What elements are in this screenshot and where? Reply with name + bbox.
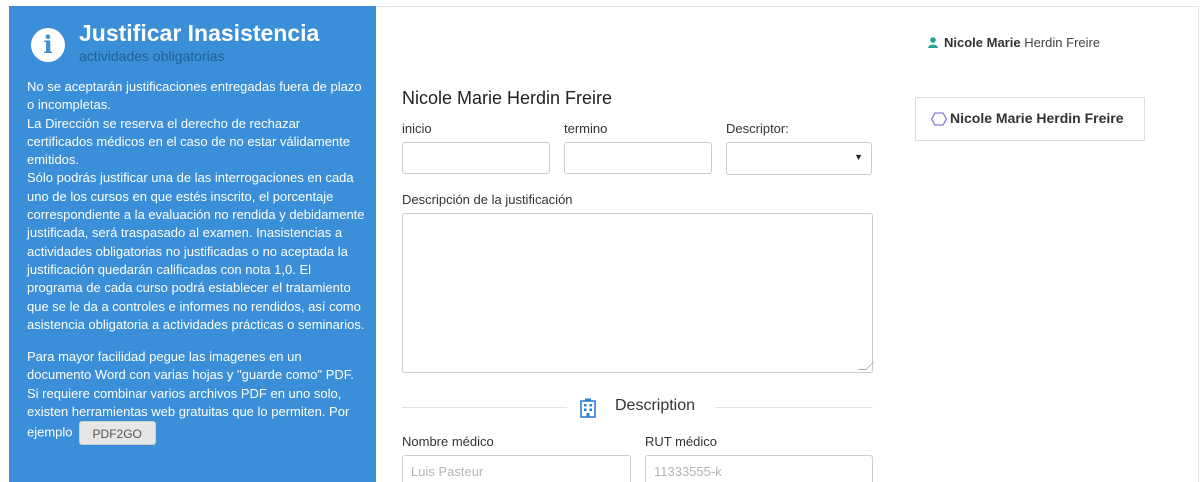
user-last-names: Herdin Freire bbox=[1024, 35, 1101, 50]
description-section-title: Description bbox=[615, 397, 696, 414]
info-title: Justificar Inasistencia bbox=[79, 20, 320, 46]
divider-line-right bbox=[715, 407, 873, 408]
student-card[interactable]: Nicole Marie Herdin Freire bbox=[915, 97, 1145, 141]
hexagon-icon bbox=[931, 112, 947, 126]
info-paragraph-certificates: La Dirección se reserva el derecho de re… bbox=[27, 115, 351, 168]
nombre-medico-label: Nombre médico bbox=[402, 434, 494, 449]
building-icon bbox=[580, 398, 596, 418]
user-icon bbox=[928, 37, 938, 48]
resize-grip-icon[interactable] bbox=[858, 362, 874, 370]
termino-label: termino bbox=[564, 121, 608, 136]
rut-medico-input[interactable] bbox=[645, 455, 873, 482]
info-icon: i bbox=[31, 28, 65, 62]
descriptor-select[interactable]: ▼ bbox=[726, 142, 872, 175]
inicio-label: inicio bbox=[402, 121, 432, 136]
select-arrow-icon: ▼ bbox=[854, 152, 863, 162]
descriptor-label: Descriptor: bbox=[726, 121, 789, 136]
termino-date-input[interactable] bbox=[564, 142, 712, 174]
info-subtitle: actividades obligatorias bbox=[79, 48, 225, 64]
info-paragraph-deadline: No se aceptarán justificaciones entregad… bbox=[27, 79, 362, 113]
pdf-tip-text: Para mayor facilidad pegue las imagenes … bbox=[27, 349, 354, 440]
info-paragraph-policy: Sólo podrás justificar una de las interr… bbox=[27, 170, 365, 332]
info-text: No se aceptarán justificaciones entregad… bbox=[27, 78, 367, 446]
descripcion-textarea[interactable] bbox=[402, 213, 874, 373]
info-paragraph-pdf-tip: Para mayor facilidad pegue las imagenes … bbox=[27, 348, 367, 446]
student-name-heading: Nicole Marie Herdin Freire bbox=[402, 88, 613, 108]
student-card-name: Nicole Marie Herdin Freire bbox=[950, 110, 1124, 126]
nombre-medico-input[interactable] bbox=[402, 455, 631, 482]
pdf2go-button[interactable]: PDF2GO bbox=[78, 421, 156, 446]
current-user: Nicole Marie Herdin Freire bbox=[928, 35, 1100, 50]
inicio-date-input[interactable] bbox=[402, 142, 550, 174]
descripcion-label: Descripción de la justificación bbox=[402, 192, 573, 207]
divider-line-left bbox=[402, 407, 567, 408]
info-panel: i Justificar Inasistencia actividades ob… bbox=[9, 6, 376, 482]
rut-medico-label: RUT médico bbox=[645, 434, 718, 449]
user-first-names: Nicole Marie bbox=[944, 35, 1021, 50]
